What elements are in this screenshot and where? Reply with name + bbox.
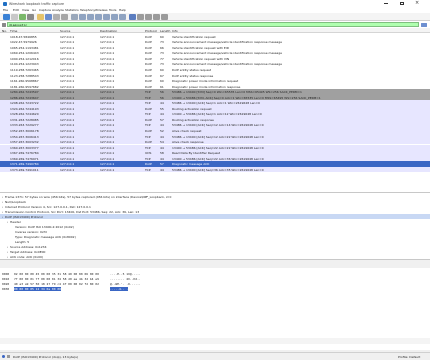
menu-tools[interactable]: Tools — [109, 8, 116, 12]
menu-capture[interactable]: Capture — [39, 8, 51, 12]
status-expert-icon[interactable] — [2, 355, 5, 358]
resize-columns-icon[interactable] — [161, 14, 168, 20]
options-icon[interactable] — [27, 14, 34, 20]
status-left-text: DoIP (ISO13400) Protocol (doip), 13 byte… — [13, 355, 78, 359]
column-header-time[interactable]: Time — [10, 29, 60, 32]
bytes-tab-bar — [0, 338, 430, 344]
column-header-length[interactable]: Length — [160, 29, 172, 32]
packet-time: 1373.269.7491011 — [10, 167, 39, 172]
stop-icon[interactable] — [11, 14, 18, 20]
back-icon[interactable] — [79, 14, 86, 20]
menu-statistics[interactable]: Statistics — [65, 8, 79, 12]
display-filter-bar — [0, 21, 430, 28]
packet-row[interactable]: 1373.269.7491011 127.0.0.1 127.0.0.1 TCP 44 5… — [0, 166, 430, 173]
packet-list-header: No. Time Source Destination Protocol Len… — [0, 28, 430, 33]
hex-ascii[interactable]: .....4.. . — [110, 286, 129, 291]
detail-tree-text: ACK code: ACK (0x00) — [10, 255, 44, 259]
zoom-reset-icon[interactable] — [153, 14, 160, 20]
column-header-info[interactable]: Info — [172, 29, 422, 32]
open-icon[interactable] — [37, 14, 44, 20]
close-icon[interactable]: × — [415, 0, 419, 6]
window-title: Wireshark loopback traffic capture — [9, 1, 64, 6]
forward-icon[interactable] — [87, 14, 94, 20]
hex-offset[interactable]: 0030 — [2, 287, 9, 291]
first-icon[interactable] — [103, 14, 110, 20]
wireshark-logo-icon — [3, 1, 7, 6]
status-edit-icon[interactable] — [7, 355, 10, 358]
packet-source: 127.0.0.1 — [60, 167, 75, 172]
display-filter-input[interactable] — [7, 22, 419, 27]
colorize-icon[interactable] — [129, 14, 136, 20]
autoscroll-icon[interactable] — [119, 14, 126, 20]
last-icon[interactable] — [111, 14, 118, 20]
close-file-icon[interactable] — [53, 14, 60, 20]
expand-arrow-icon[interactable]: › — [7, 255, 8, 259]
menu-view[interactable]: View — [22, 8, 29, 12]
minimize-icon[interactable] — [384, 3, 388, 4]
menu-go[interactable]: Go — [32, 8, 36, 12]
detail-tree-item[interactable]: › ACK code: ACK (0x00) — [0, 254, 430, 259]
reload-icon[interactable] — [61, 14, 68, 20]
column-header-no[interactable]: No. — [2, 29, 10, 32]
menu-wireless[interactable]: Wireless — [95, 8, 108, 12]
packet-details: › Frame 1371: 57 bytes on wire (456 bits)… — [0, 193, 430, 260]
menu-help[interactable]: Help — [119, 8, 126, 12]
restart-icon[interactable] — [19, 14, 26, 20]
column-header-protocol[interactable]: Protocol — [145, 29, 160, 32]
hex-bytes[interactable]: 00 00 00 05 12 34 0e 00 00 — [14, 286, 61, 291]
title-bar: Wireshark loopback traffic capture × — [0, 0, 430, 7]
save-icon[interactable] — [45, 14, 52, 20]
zoom-in-icon[interactable] — [137, 14, 144, 20]
bookmark-icon[interactable] — [2, 22, 6, 27]
status-profile[interactable]: Profile: Default — [398, 355, 420, 359]
packet-info: 53486 → 13400 [ACK] Seq=36 Ack=35 Win=26… — [172, 167, 264, 172]
status-bar: DoIP (ISO13400) Protocol (doip), 13 byte… — [0, 352, 430, 360]
find-icon[interactable] — [71, 14, 78, 20]
apply-filter-arrow-icon[interactable] — [421, 22, 427, 27]
maximize-icon[interactable] — [400, 1, 404, 5]
column-header-source[interactable]: Source — [60, 29, 100, 32]
packet-destination: 127.0.0.1 — [100, 167, 115, 172]
menu-edit[interactable]: Edit — [13, 8, 19, 12]
packet-list: No. Time Source Destination Protocol Len… — [0, 28, 430, 193]
go-to-icon[interactable] — [95, 14, 102, 20]
shark-fin-start-icon[interactable] — [3, 14, 10, 20]
zoom-out-icon[interactable] — [145, 14, 152, 20]
hex-row: 0030 00 00 00 05 12 34 0e 00 00 .....4.. . — [0, 286, 430, 291]
column-header-destination[interactable]: Destination — [100, 29, 145, 32]
packet-protocol: TCP — [145, 167, 151, 172]
menu-analyze[interactable]: Analyze — [52, 8, 64, 12]
menu-telephony[interactable]: Telephony — [80, 8, 95, 12]
packet-length: 44 — [160, 167, 164, 172]
packet-bytes: 0000 02 00 00 00 45 00 00 35 31 58 40 00 … — [0, 268, 430, 350]
menu-file[interactable]: File — [3, 8, 8, 12]
main-toolbar — [0, 13, 430, 21]
